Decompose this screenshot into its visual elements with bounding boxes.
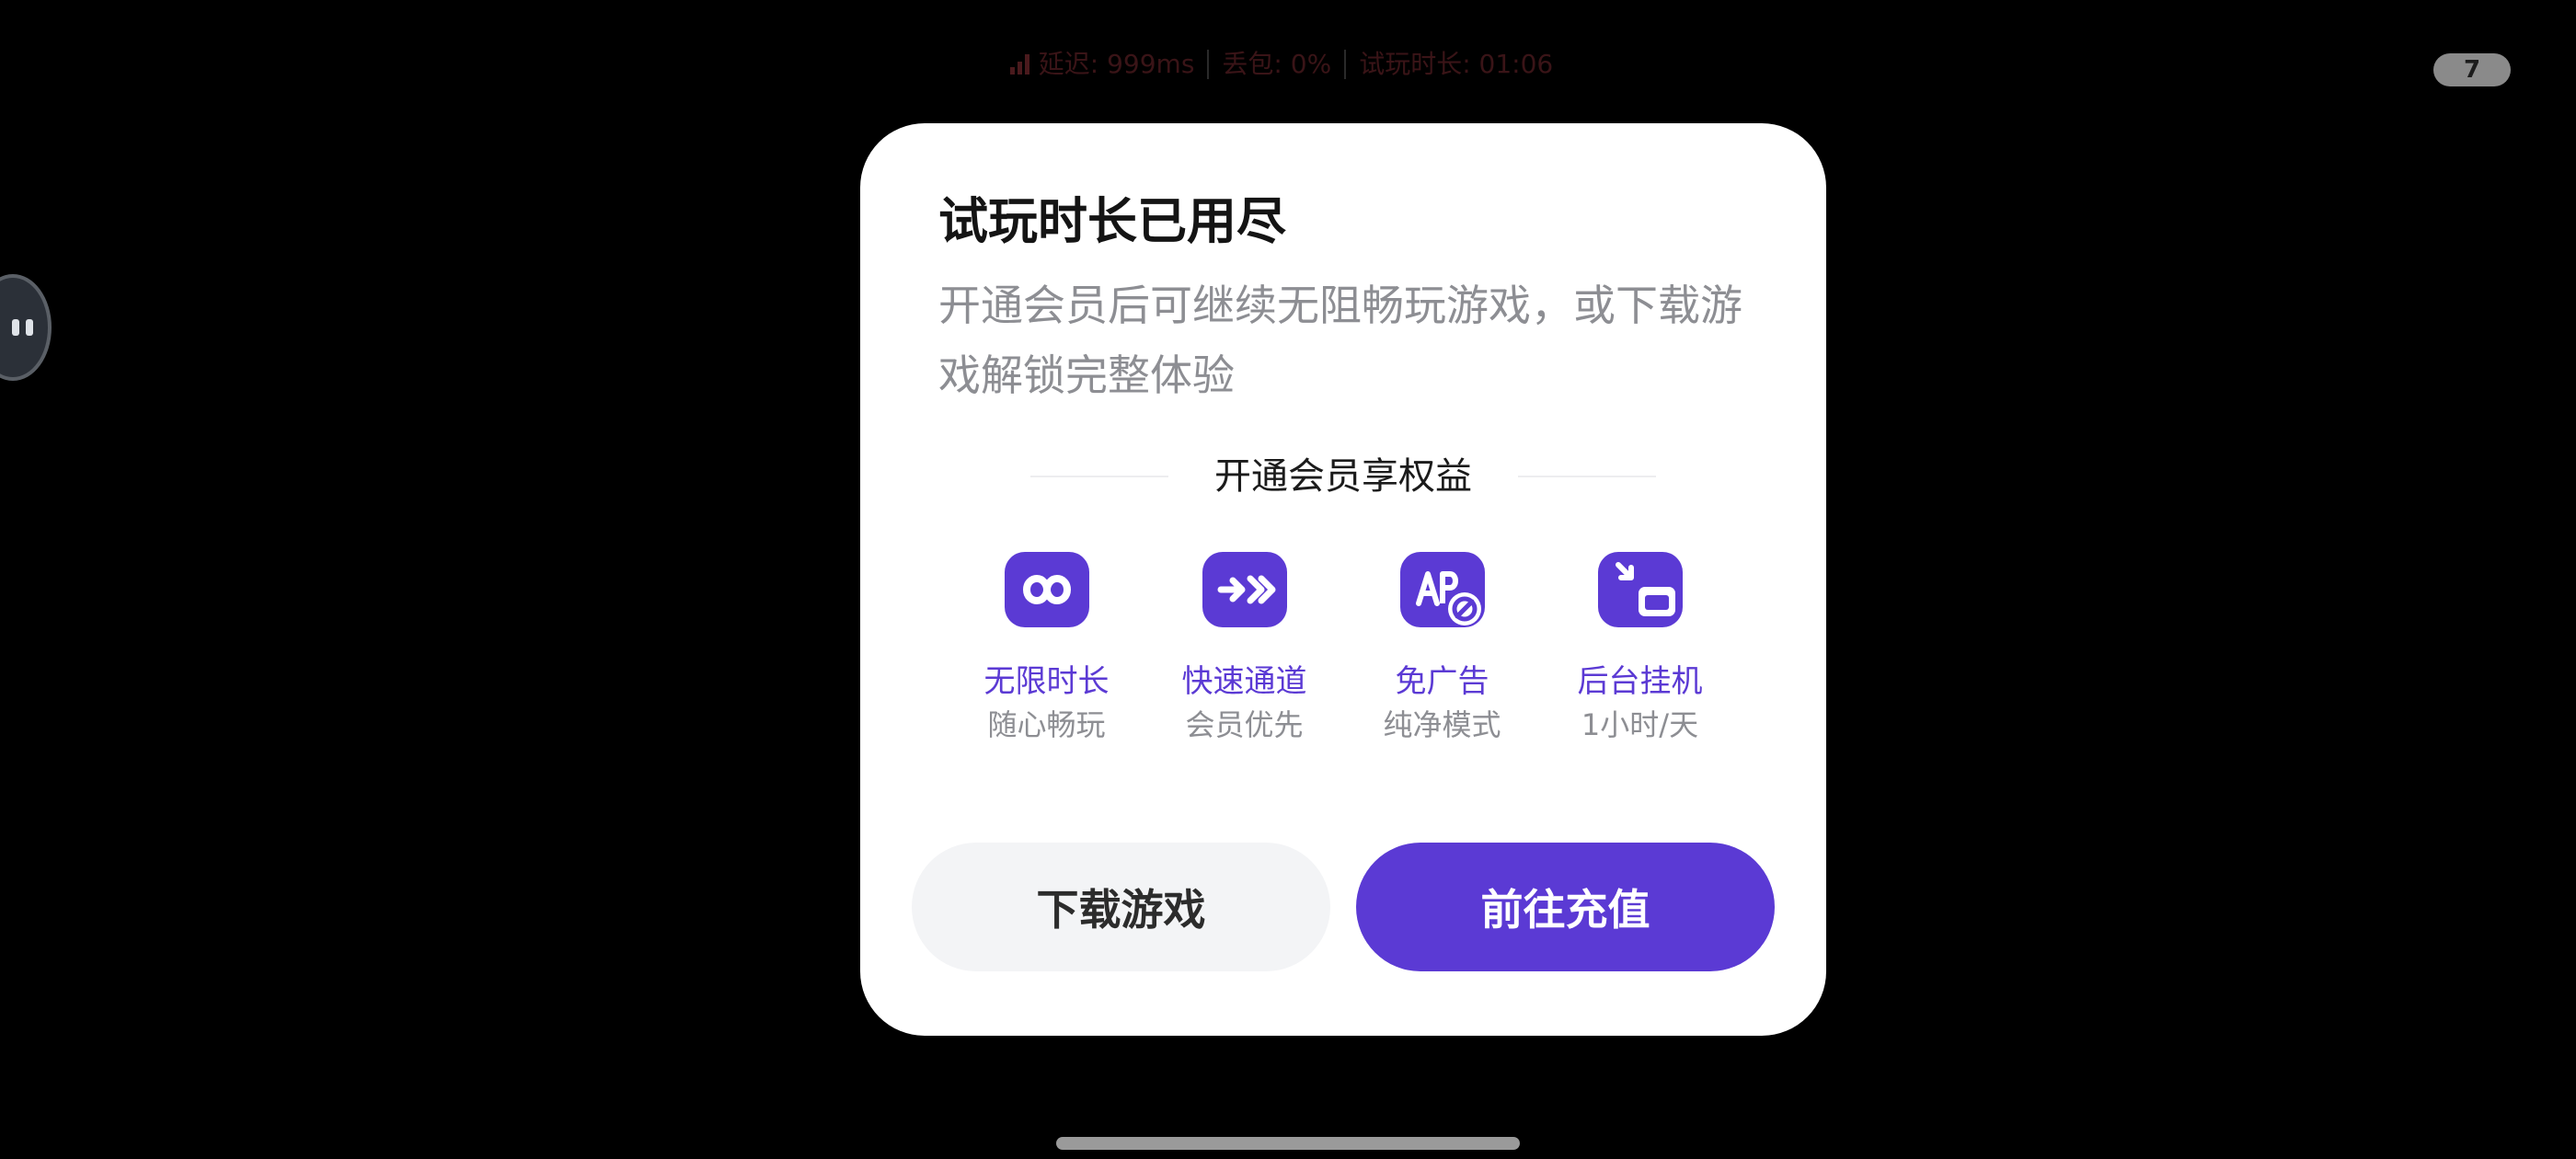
benefit-subtitle: 会员优先 (1185, 707, 1304, 742)
no-ads-icon (1399, 552, 1485, 627)
game-screen: 延迟: 999ms 丢包: 0% 试玩时长: 01:06 7 试玩时长已用尽 开… (0, 0, 2576, 1159)
background-mode-icon (1597, 552, 1683, 627)
benefits-heading-text: 开通会员享权益 (1214, 455, 1472, 498)
recharge-button[interactable]: 前往充值 (1356, 843, 1775, 971)
assistant-float-icon[interactable] (0, 274, 52, 381)
benefit-item: 无限时长 随心畅玩 (948, 552, 1145, 745)
packet-loss-text: 丢包: 0% (1222, 49, 1332, 79)
benefit-subtitle: 纯净模式 (1383, 707, 1501, 742)
infinity-icon (1004, 552, 1089, 627)
benefit-label: 免广告 (1395, 663, 1489, 700)
benefit-item: 免广告 纯净模式 (1343, 552, 1541, 745)
download-game-button[interactable]: 下载游戏 (912, 843, 1330, 971)
float-ball-face (12, 319, 33, 336)
corner-badge[interactable]: 7 (2433, 53, 2511, 86)
benefit-subtitle: 随心畅玩 (987, 707, 1106, 742)
recharge-label: 前往充值 (1480, 885, 1650, 935)
benefit-label: 无限时长 (983, 663, 1110, 700)
signal-bars-icon (1009, 54, 1029, 75)
dialog-title: 试玩时长已用尽 (938, 192, 1286, 250)
benefits-list: 无限时长 随心畅玩 快速通道 会员优先 免广告 纯净模式 后台挂机 1小时/天 (948, 552, 1739, 745)
heading-divider-right (1518, 476, 1656, 477)
network-status-bar: 延迟: 999ms 丢包: 0% 试玩时长: 01:06 (0, 46, 2576, 83)
trial-time-text: 试玩时长: 01:06 (1359, 49, 1554, 79)
latency-text: 延迟: 999ms (1038, 49, 1195, 79)
benefit-label: 快速通道 (1181, 663, 1307, 700)
dialog-description: 开通会员后可继续无阻畅玩游戏，或下载游戏解锁完整体验 (938, 281, 1742, 400)
download-game-label: 下载游戏 (1036, 885, 1206, 935)
home-indicator[interactable] (1056, 1137, 1520, 1150)
corner-badge-value: 7 (2463, 56, 2481, 84)
benefit-subtitle: 1小时/天 (1581, 707, 1699, 742)
benefits-heading: 开通会员享权益 (1030, 449, 1656, 504)
heading-divider-left (1030, 476, 1168, 477)
benefit-item: 后台挂机 1小时/天 (1541, 552, 1739, 745)
fast-forward-icon (1202, 552, 1287, 627)
benefit-item: 快速通道 会员优先 (1145, 552, 1343, 745)
benefit-label: 后台挂机 (1577, 663, 1703, 700)
